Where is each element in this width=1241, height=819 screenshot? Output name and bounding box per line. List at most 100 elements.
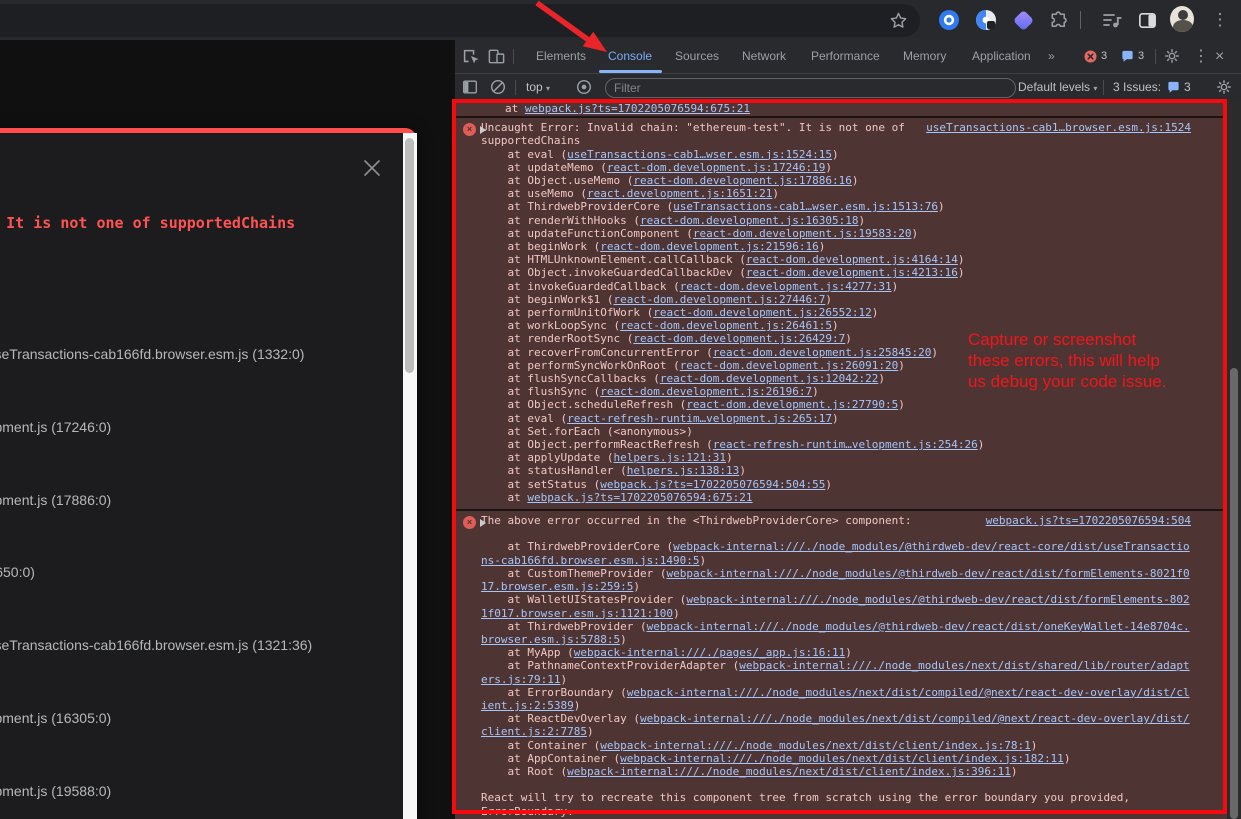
stack-frame-file[interactable]: evelopment.js (17886:0): [0, 491, 111, 509]
source-link[interactable]: react-dom.development.js:21596:16: [600, 240, 819, 253]
console-text: at Object.performReactRefresh (: [481, 438, 713, 451]
browser-menu-kebab-icon[interactable]: ⋮: [1208, 8, 1232, 32]
console-text: at invokeGuardedCallback (: [481, 280, 680, 293]
tab-performance[interactable]: Performance: [811, 40, 880, 73]
log-levels-dropdown[interactable]: Default levels ▾: [1018, 74, 1097, 101]
console-sidebar-icon[interactable]: [461, 78, 479, 96]
source-link[interactable]: helpers.js:121:31: [613, 451, 726, 464]
stack-frame-file[interactable]: t.js (1650:0): [0, 563, 35, 581]
console-line: at Root (webpack-internal:///./node_modu…: [481, 765, 1191, 778]
tab-sources[interactable]: Sources: [675, 40, 719, 73]
source-link[interactable]: helpers.js:138:13: [627, 464, 740, 477]
console-text: ): [911, 227, 918, 240]
source-link[interactable]: react-dom.development.js:17246:19: [607, 161, 826, 174]
overlay-scrollbar-thumb[interactable]: [405, 138, 414, 373]
source-link[interactable]: react-dom.development.js:12042:22: [660, 372, 879, 385]
source-link[interactable]: webpack.js?ts=1702205076594:504: [986, 514, 1191, 527]
overlay-scrollbar[interactable]: [403, 133, 417, 819]
issues-badge-icon[interactable]: [1121, 50, 1134, 63]
source-link[interactable]: useTransactions-cab1…browser.esm.js:1524: [926, 121, 1191, 134]
more-tabs-icon[interactable]: »: [1048, 40, 1055, 73]
source-link[interactable]: react-dom.development.js:26552:12: [653, 306, 872, 319]
source-link[interactable]: webpack.js?ts=1702205076594:675:21: [525, 102, 750, 115]
source-link[interactable]: react-dom.development.js:26091:20: [680, 359, 899, 372]
stack-frame-file[interactable]: evelopment.js (17246:0): [0, 418, 111, 436]
expand-triangle-icon[interactable]: [480, 519, 486, 527]
error-icon: ×: [463, 516, 476, 529]
console-line: at beginWork (react-dom.development.js:2…: [481, 240, 1191, 253]
extensions-puzzle-icon[interactable]: [1046, 8, 1070, 32]
source-link[interactable]: react-dom.development.js:26461:5: [620, 319, 832, 332]
source-link[interactable]: react-dom.development.js:26196:7: [600, 385, 812, 398]
stack-frame-file[interactable]: evelopment.js (19588:0): [0, 782, 111, 800]
console-line: at applyUpdate (helpers.js:121:31): [481, 451, 1191, 464]
device-toolbar-icon[interactable]: [487, 47, 506, 66]
source-link[interactable]: react-dom.development.js:25845:20: [713, 346, 932, 359]
console-line: at Object.scheduleRefresh (react-dom.dev…: [481, 398, 1191, 411]
devtools-close-icon[interactable]: ×: [1215, 40, 1224, 73]
tab-network[interactable]: Network: [742, 40, 786, 73]
console-line: at HTMLUnknownElement.callCallback (reac…: [481, 253, 1191, 266]
console-text: ): [1064, 752, 1071, 765]
source-link[interactable]: react-dom.development.js:27446:7: [613, 293, 825, 306]
source-link[interactable]: useTransactions-cab1…wser.esm.js:1513:76: [673, 200, 938, 213]
source-link[interactable]: react-refresh-runtim…velopment.js:265:17: [567, 412, 832, 425]
stack-frame-file[interactable]: evelopment.js (16305:0): [0, 709, 111, 727]
source-link[interactable]: webpack.js?ts=1702205076594:504:55: [600, 478, 825, 491]
extension-purple-diamond-icon[interactable]: [1011, 8, 1035, 32]
extension-clock-icon[interactable]: [974, 8, 998, 32]
source-link[interactable]: webpack-internal:///./node_modules/next/…: [567, 765, 1011, 778]
stack-frame-file[interactable]: dist/useTransactions-cab166fd.browser.es…: [0, 345, 304, 363]
console-error-badge-icon[interactable]: [1084, 50, 1097, 63]
console-text: supportedChains: [481, 134, 580, 147]
live-expression-eye-icon[interactable]: [575, 78, 593, 96]
tab-application[interactable]: Application: [972, 40, 1031, 73]
close-icon[interactable]: [361, 157, 383, 179]
tab-console[interactable]: Console: [608, 40, 652, 73]
source-link[interactable]: react-dom.development.js:4213:16: [746, 266, 958, 279]
filter-input[interactable]: [605, 78, 1016, 98]
source-link[interactable]: react-dom.development.js:26429:7: [633, 332, 845, 345]
source-link[interactable]: webpack.js?ts=1702205076594:675:21: [527, 491, 752, 504]
tab-elements[interactable]: Elements: [536, 40, 586, 73]
source-link[interactable]: useTransactions-cab1…wser.esm.js:1524:15: [567, 148, 832, 161]
issues-label[interactable]: 3 Issues:: [1113, 74, 1161, 101]
source-link[interactable]: webpack-internal:///./node_modules/next/…: [600, 739, 1030, 752]
extension-blue-circle-icon[interactable]: [937, 8, 961, 32]
issues-bubble-icon[interactable]: [1167, 81, 1180, 94]
console-scrollbar[interactable]: [1227, 101, 1241, 819]
console-text: ): [898, 359, 905, 372]
devtools-settings-gear-icon[interactable]: [1163, 47, 1181, 65]
source-link[interactable]: react-refresh-runtim…velopment.js:254:26: [713, 438, 978, 451]
address-bar[interactable]: [0, 4, 920, 37]
console-text: at Set.forEach (<anonymous>): [481, 425, 693, 438]
source-link[interactable]: react-dom.development.js:17886:16: [633, 174, 852, 187]
source-link[interactable]: webpack-internal:///./node_modules/next/…: [620, 752, 1064, 765]
console-text: at ThirdwebProviderCore (: [481, 540, 673, 553]
media-controls-icon[interactable]: [1100, 8, 1124, 32]
profile-avatar[interactable]: [1170, 7, 1194, 31]
clear-console-icon[interactable]: [489, 78, 507, 96]
source-link[interactable]: react-dom.development.js:4164:14: [746, 253, 958, 266]
expand-triangle-icon[interactable]: [480, 126, 486, 134]
source-link[interactable]: webpack-internal:///./pages/_app.js:16:1…: [574, 646, 846, 659]
console-line: at webpack.js?ts=1702205076594:675:21: [481, 491, 1191, 504]
source-link[interactable]: react.development.js:1651:21: [587, 187, 772, 200]
source-link[interactable]: react-dom.development.js:4277:31: [680, 280, 892, 293]
stack-frame-file[interactable]: dist/useTransactions-cab166fd.browser.es…: [0, 636, 312, 654]
tab-memory[interactable]: Memory: [903, 40, 946, 73]
source-link[interactable]: react-dom.development.js:16305:18: [640, 214, 859, 227]
bookmark-star-icon[interactable]: [886, 8, 910, 32]
side-panel-icon[interactable]: [1135, 8, 1159, 32]
inspect-element-icon[interactable]: [461, 47, 480, 66]
browser-viewport: st". It is not one of supportedChains di…: [0, 40, 455, 819]
console-scrollbar-thumb[interactable]: [1230, 368, 1238, 819]
tab-bar-separator: [513, 49, 514, 64]
console-line: at ThirdwebProviderCore (webpack-interna…: [481, 540, 1191, 566]
devtools-menu-kebab-icon[interactable]: ⋮: [1193, 40, 1209, 73]
source-link[interactable]: react-dom.development.js:19583:20: [693, 227, 912, 240]
console-settings-gear-icon[interactable]: [1215, 78, 1233, 96]
source-link[interactable]: react-dom.development.js:27790:5: [686, 398, 898, 411]
context-selector[interactable]: top ▾: [526, 74, 550, 101]
console-text: ): [825, 478, 832, 491]
